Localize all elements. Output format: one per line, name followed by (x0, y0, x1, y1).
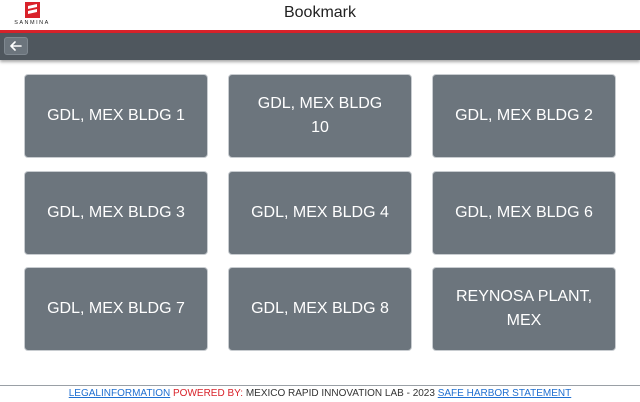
toolbar (0, 33, 640, 60)
back-button[interactable] (4, 37, 28, 55)
safe-harbor-link[interactable]: SAFE HARBOR STATEMENT (438, 388, 572, 399)
arrow-left-icon (10, 41, 22, 51)
bookmark-tile[interactable]: GDL, MEX BLDG 10 (228, 74, 412, 158)
page-title: Bookmark (283, 4, 357, 21)
bookmark-tile[interactable]: GDL, MEX BLDG 6 (432, 171, 616, 255)
footer: LEGALINFORMATION POWERED BY: MEXICO RAPI… (0, 385, 640, 400)
lab-credit: MEXICO RAPID INNOVATION LAB - 2023 (245, 388, 435, 399)
app-header: SANMINA Bookmark (0, 0, 640, 33)
bookmark-tile[interactable]: GDL, MEX BLDG 2 (432, 74, 616, 158)
bookmark-tile[interactable]: GDL, MEX BLDG 7 (24, 267, 208, 351)
bookmark-tile[interactable]: GDL, MEX BLDG 4 (228, 171, 412, 255)
powered-by-label: POWERED BY: (173, 388, 244, 399)
bookmark-tile[interactable]: GDL, MEX BLDG 3 (24, 171, 208, 255)
bookmark-tile[interactable]: GDL, MEX BLDG 1 (24, 74, 208, 158)
bookmark-tile[interactable]: REYNOSA PLANT, MEX (432, 267, 616, 351)
legal-information-link[interactable]: LEGALINFORMATION (69, 388, 171, 399)
bookmark-tile[interactable]: GDL, MEX BLDG 8 (228, 267, 412, 351)
